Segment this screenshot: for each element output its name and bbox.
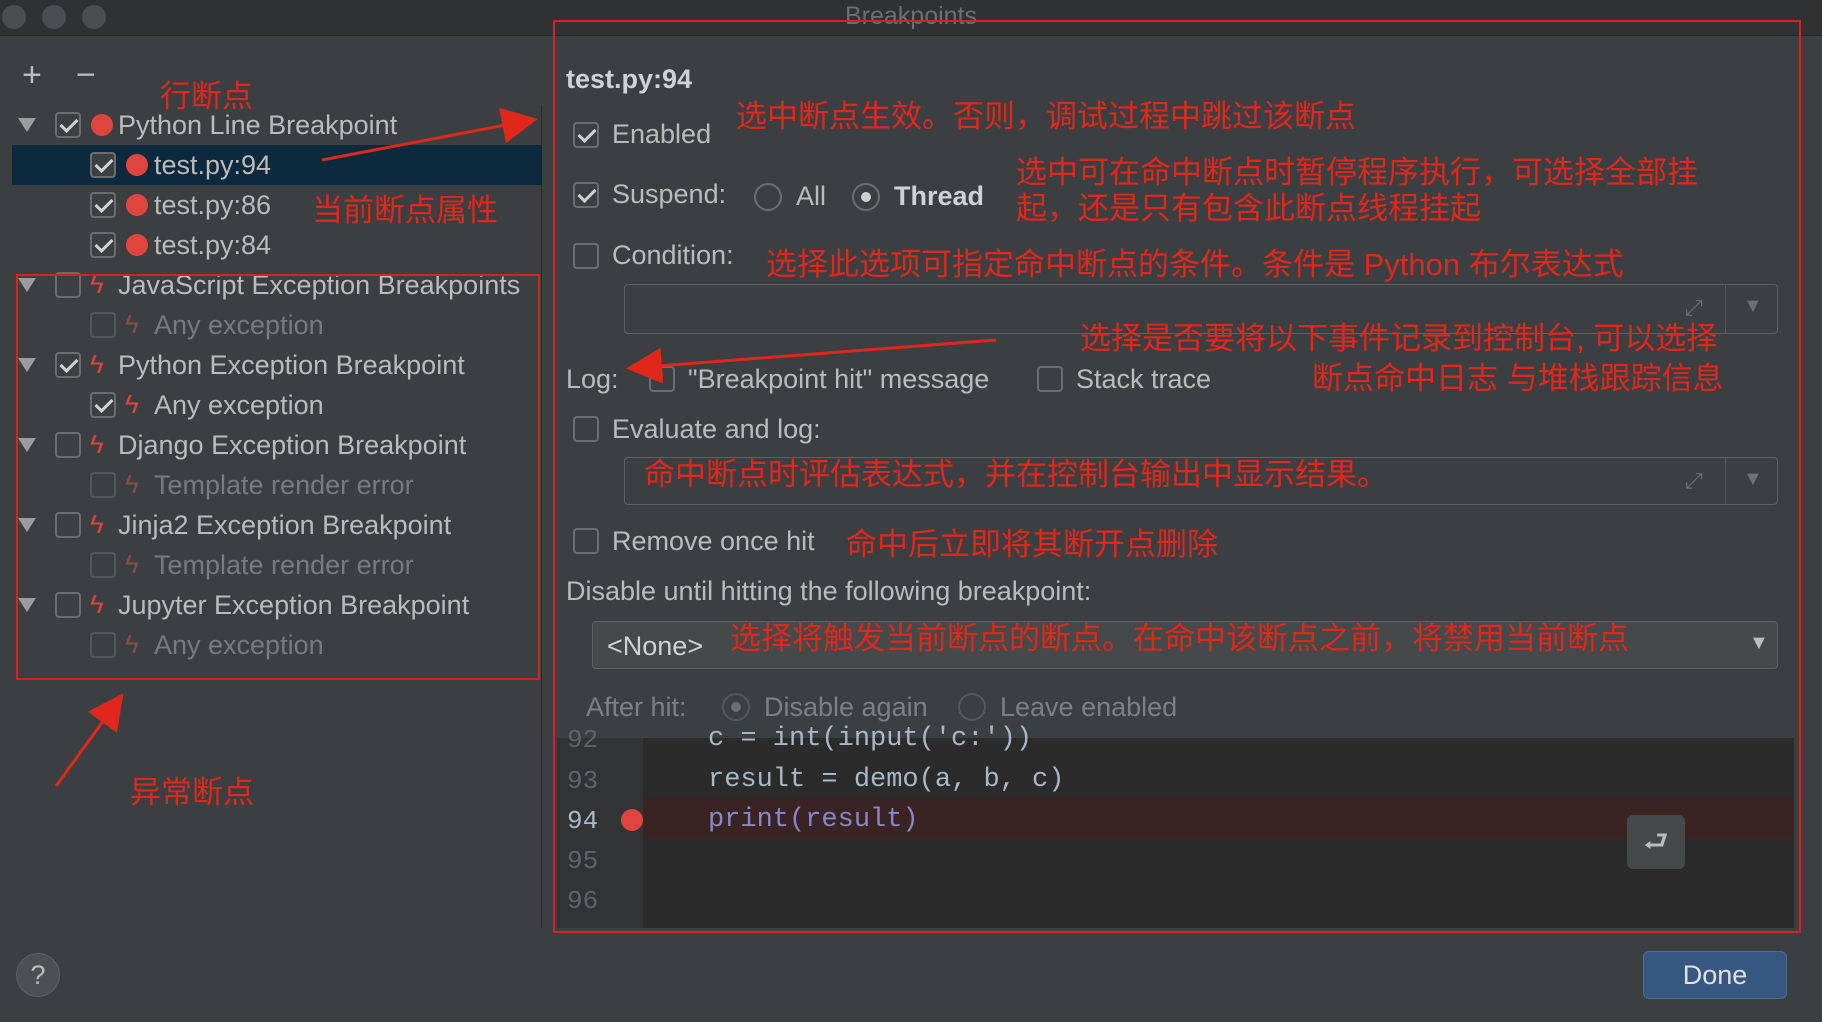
annotation-condition: 选择此选项可指定命中断点的条件。条件是 Python 布尔表达式 (766, 247, 1624, 282)
arrow-to-log (626, 338, 997, 384)
annotation-log-1: 选择是否要将以下事件记录到控制台, 可以选择 (1080, 321, 1718, 356)
annotation-suspend-2: 起，还是只有包含此断点线程挂起 (1016, 191, 1481, 226)
annotation-suspend-1: 选中可在命中断点时暂停程序执行，可选择全部挂 (1016, 155, 1698, 190)
annotation-disable: 选择将触发当前断点的断点。在命中该断点之前，将禁用当前断点 (730, 621, 1629, 656)
annotation-current-props: 当前断点属性 (312, 193, 498, 228)
annotation-enabled: 选中断点生效。否则，调试过程中跳过该断点 (736, 99, 1356, 134)
arrow-to-detail (321, 107, 538, 162)
arrow-to-exceptions (54, 693, 124, 787)
annotation-log-2: 断点命中日志 与堆栈跟踪信息 (1312, 361, 1724, 396)
annotation-line-bp: 行断点 (160, 79, 253, 114)
annotation-remove: 命中后立即将其断开点删除 (846, 527, 1218, 562)
annotation-exception-bp: 异常断点 (130, 775, 254, 810)
annotation-arrows (54, 107, 997, 787)
annotation-evaluate: 命中断点时评估表达式，并在控制台输出中显示结果。 (644, 457, 1388, 492)
